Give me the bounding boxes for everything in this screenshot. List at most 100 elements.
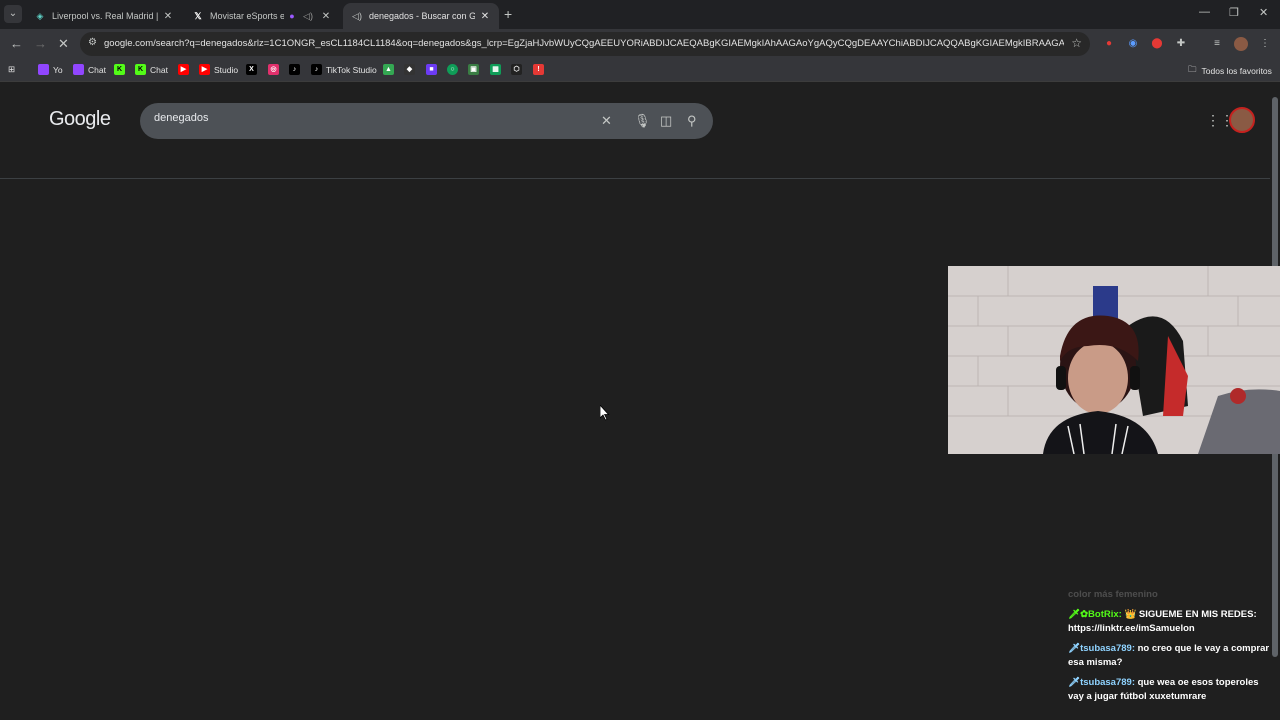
- media-control-icon[interactable]: ≡: [1210, 37, 1224, 51]
- bookmark-drive[interactable]: ▲: [383, 64, 398, 75]
- lens-camera-icon[interactable]: ◫: [660, 113, 672, 129]
- close-icon[interactable]: ✕: [162, 11, 174, 22]
- kick-icon: K: [114, 64, 125, 75]
- web-icon: ◈: [36, 10, 44, 21]
- sword-icon: 🗡: [1068, 677, 1081, 688]
- x-logo-icon: X: [246, 64, 257, 75]
- bookmark-photo[interactable]: ▣: [468, 64, 483, 75]
- restore-icon[interactable]: ❐: [1229, 6, 1239, 19]
- audio-icon: ◁): [352, 10, 362, 21]
- chat-message-text: color más femenino: [1068, 589, 1158, 600]
- bookmark-purple[interactable]: ■: [426, 64, 441, 75]
- extensions-puzzle-icon[interactable]: ✚: [1174, 37, 1188, 51]
- microphone-icon[interactable]: 🎙: [634, 113, 651, 129]
- back-arrow-icon[interactable]: ←: [10, 36, 23, 51]
- twitch-icon: [73, 64, 84, 75]
- tab-search-button[interactable]: ⌄: [4, 5, 22, 23]
- bookmark-star-icon[interactable]: ☆: [1071, 36, 1082, 50]
- bookmark-diamond[interactable]: ◆: [404, 64, 419, 75]
- profile-avatar-icon[interactable]: [1234, 37, 1248, 51]
- app-icon: ■: [426, 64, 437, 75]
- search-icon[interactable]: ⚲: [687, 113, 697, 129]
- webcam-image: [948, 266, 1280, 454]
- tab-movistar[interactable]: 𝕏 Movistar eSports en X: " ● ◁) ✕: [184, 3, 340, 29]
- chat-username: tsubasa789:: [1080, 643, 1135, 654]
- bookmark-label: Chat: [150, 64, 168, 75]
- sword-icon: 🗡: [1068, 643, 1081, 654]
- bookmark-chat-twitch[interactable]: Chat: [73, 64, 106, 75]
- tiktok-icon: ♪: [289, 64, 300, 75]
- bookmark-studio[interactable]: ▶ Studio: [199, 64, 238, 75]
- chat-username: BotRix:: [1088, 609, 1122, 620]
- google-drive-icon: ▲: [383, 64, 394, 75]
- tiktok-icon: ♪: [311, 64, 322, 75]
- tab-title: denegados - Buscar con Googl: [369, 11, 475, 21]
- browser-toolbar: ← → ✕ ⚙ google.com/search?q=denegados&rl…: [0, 29, 1280, 59]
- search-box[interactable]: ✕ 🎙 ◫ ⚲: [140, 103, 713, 139]
- bookmark-unity[interactable]: ⬡: [511, 64, 526, 75]
- chat-username: tsubasa789:: [1080, 677, 1135, 688]
- all-favorites-folder[interactable]: 🗀 Todos los favoritos: [1188, 64, 1272, 78]
- unity-icon: ⬡: [511, 64, 522, 75]
- bookmark-chat-kick[interactable]: K Chat: [135, 64, 168, 75]
- chat-message: 🗡tsubasa789: no creo que le vay a compra…: [1062, 642, 1272, 670]
- bot-badge-icon: ✿: [1080, 609, 1089, 620]
- new-tab-button[interactable]: +: [504, 6, 512, 22]
- bookmark-tiktok-studio[interactable]: ♪ TikTok Studio: [311, 64, 377, 75]
- minimize-icon[interactable]: —: [1199, 6, 1210, 18]
- extension-icon[interactable]: ◉: [1126, 37, 1140, 51]
- close-icon[interactable]: ✕: [479, 11, 491, 22]
- bookmark-label: TikTok Studio: [326, 64, 377, 75]
- bookmark-yo[interactable]: Yo: [38, 64, 63, 75]
- tab-strip: ⌄ ◈ Liverpool vs. Real Madrid | Dis ✕ 𝕏 …: [0, 0, 1280, 29]
- tab-denegados[interactable]: ◁) denegados - Buscar con Googl ✕: [343, 3, 499, 29]
- bookmark-youtube[interactable]: ▶: [178, 64, 193, 75]
- bookmark-x[interactable]: X: [246, 64, 261, 75]
- x-logo-icon: 𝕏: [194, 10, 202, 21]
- search-input[interactable]: [154, 112, 594, 124]
- close-icon[interactable]: ✕: [320, 11, 332, 22]
- sheets-icon: ▦: [490, 64, 501, 75]
- url-text: google.com/search?q=denegados&rlz=1C1ONG…: [104, 38, 1064, 49]
- instagram-icon: ◎: [268, 64, 279, 75]
- site-info-icon[interactable]: ⚙: [88, 37, 97, 48]
- bookmark-tiktok[interactable]: ♪: [289, 64, 304, 75]
- tab-title: Liverpool vs. Real Madrid | Dis: [52, 11, 158, 21]
- chat-message: 🗡✿BotRix: 👑 SIGUEME EN MIS REDES: https:…: [1062, 608, 1272, 636]
- bookmark-green-circle[interactable]: ○: [447, 64, 462, 75]
- extension-icon[interactable]: ●: [1102, 37, 1116, 51]
- extension-icon[interactable]: ⬤: [1150, 37, 1164, 51]
- tab-liverpool[interactable]: ◈ Liverpool vs. Real Madrid | Dis ✕: [26, 3, 182, 29]
- sword-icon: 🗡: [1068, 609, 1081, 620]
- bookmark-label: Studio: [214, 64, 239, 75]
- image-icon: ▣: [468, 64, 479, 75]
- mouse-cursor-icon: [600, 405, 610, 421]
- youtube-icon: ▶: [178, 64, 189, 75]
- chat-message: 🗡tsubasa789: que wea oe esos toperoles v…: [1062, 676, 1272, 704]
- apps-grid-icon[interactable]: ⊞: [8, 64, 15, 75]
- bookmark-label: Todos los favoritos: [1201, 66, 1272, 76]
- app-icon: !: [533, 64, 544, 75]
- account-avatar[interactable]: [1229, 107, 1255, 133]
- forward-arrow-icon[interactable]: →: [34, 36, 47, 51]
- streamer-webcam: [948, 266, 1280, 454]
- app-icon: ○: [447, 64, 458, 75]
- bookmark-red[interactable]: !: [533, 64, 548, 75]
- youtube-studio-icon: ▶: [199, 64, 210, 75]
- close-window-icon[interactable]: ✕: [1259, 6, 1268, 19]
- bookmark-label: Yo: [53, 64, 63, 75]
- bookmark-kick[interactable]: K: [114, 64, 129, 75]
- diamond-icon: ◆: [404, 64, 415, 75]
- stream-chat-overlay: color más femenino 🗡✿BotRix: 👑 SIGUEME E…: [1062, 588, 1272, 710]
- stop-loading-icon[interactable]: ✕: [58, 36, 69, 52]
- chat-message: color más femenino: [1062, 588, 1272, 602]
- tab-title: Movistar eSports en X: ": [210, 11, 284, 21]
- kick-icon: K: [135, 64, 146, 75]
- purple-dot-icon: ●: [289, 11, 295, 21]
- address-bar[interactable]: ⚙ google.com/search?q=denegados&rlz=1C1O…: [80, 32, 1090, 56]
- bookmark-sheets[interactable]: ▦: [490, 64, 505, 75]
- google-logo[interactable]: Google: [49, 108, 111, 131]
- bookmark-instagram[interactable]: ◎: [268, 64, 283, 75]
- clear-icon[interactable]: ✕: [601, 113, 612, 129]
- menu-kebab-icon[interactable]: ⋮: [1258, 37, 1272, 51]
